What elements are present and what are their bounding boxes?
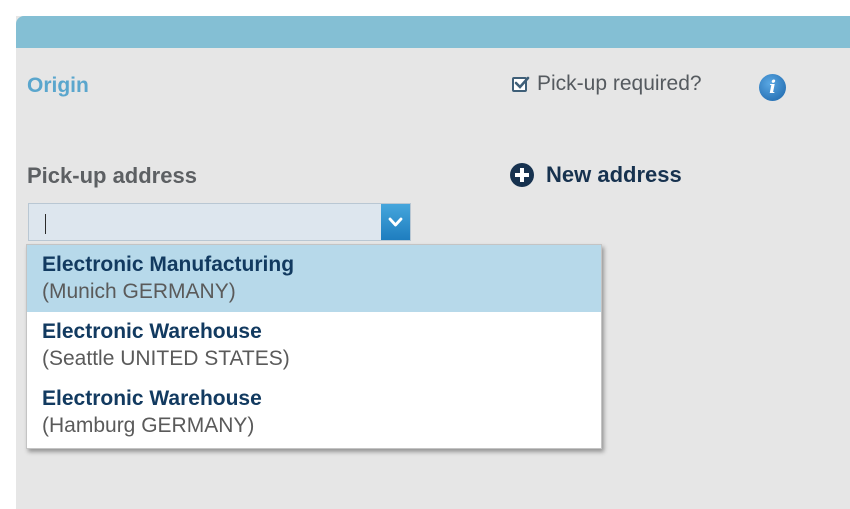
new-address-button[interactable]: New address bbox=[510, 162, 682, 188]
new-address-label: New address bbox=[546, 162, 682, 187]
dropdown-option[interactable]: Electronic Warehouse (Hamburg GERMANY) bbox=[27, 379, 601, 446]
plus-circle-icon bbox=[510, 163, 534, 187]
info-icon[interactable]: i bbox=[759, 74, 786, 101]
panel-header-bar bbox=[16, 16, 850, 48]
pickup-required-label: Pick-up required? bbox=[537, 72, 702, 95]
checkmark-icon bbox=[514, 76, 530, 89]
chevron-down-icon bbox=[388, 217, 403, 227]
pickup-address-label: Pick-up address bbox=[27, 163, 197, 188]
option-name: Electronic Manufacturing bbox=[42, 253, 295, 276]
option-location: (Seattle UNITED STATES) bbox=[42, 347, 290, 370]
option-location: (Hamburg GERMANY) bbox=[42, 414, 255, 437]
section-title-origin: Origin bbox=[27, 74, 89, 97]
pickup-address-combobox[interactable] bbox=[28, 203, 411, 241]
pickup-required-toggle[interactable]: Pick-up required? bbox=[512, 72, 702, 96]
option-name: Electronic Warehouse bbox=[42, 320, 262, 343]
option-name: Electronic Warehouse bbox=[42, 387, 262, 410]
pickup-required-checkbox[interactable] bbox=[512, 76, 530, 92]
dropdown-option[interactable]: Electronic Warehouse (Seattle UNITED STA… bbox=[27, 312, 601, 379]
option-location: (Munich GERMANY) bbox=[42, 280, 236, 303]
dropdown-toggle-button[interactable] bbox=[381, 204, 410, 240]
dropdown-option[interactable]: Electronic Manufacturing (Munich GERMANY… bbox=[27, 245, 601, 312]
address-dropdown-list: Electronic Manufacturing (Munich GERMANY… bbox=[26, 244, 602, 449]
text-cursor bbox=[45, 214, 46, 234]
